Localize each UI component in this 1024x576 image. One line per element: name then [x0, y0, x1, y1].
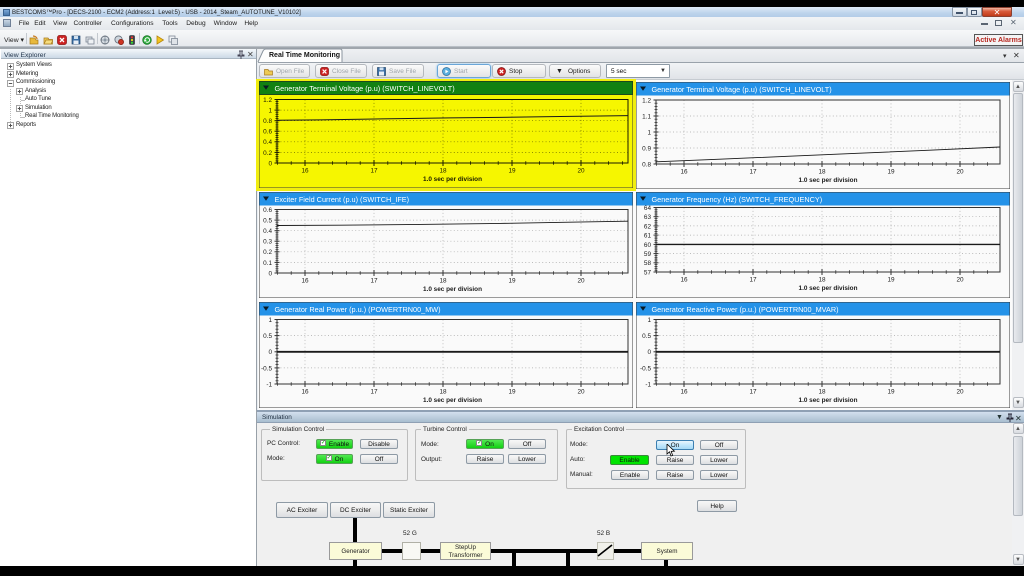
svg-text:16: 16	[680, 277, 688, 284]
svg-text:18: 18	[439, 168, 447, 175]
svg-text:18: 18	[818, 389, 826, 396]
svg-text:Generator Terminal Voltage (p.: Generator Terminal Voltage (p.u) (SWITCH…	[652, 85, 832, 94]
svg-text:61: 61	[644, 233, 652, 240]
svg-text:1.0 sec per division: 1.0 sec per division	[799, 177, 858, 184]
svg-text:17: 17	[370, 278, 378, 285]
svg-text:1.0 sec per division: 1.0 sec per division	[423, 397, 482, 404]
svg-text:19: 19	[887, 389, 895, 396]
svg-text:17: 17	[370, 389, 378, 396]
svg-text:19: 19	[887, 169, 895, 176]
svg-text:16: 16	[301, 389, 309, 396]
svg-text:0.3: 0.3	[263, 239, 272, 246]
svg-text:0.6: 0.6	[263, 129, 272, 136]
svg-text:16: 16	[680, 389, 688, 396]
svg-text:-1: -1	[266, 381, 272, 388]
svg-text:20: 20	[577, 278, 585, 285]
svg-text:0.8: 0.8	[263, 118, 272, 125]
svg-text:19: 19	[508, 278, 516, 285]
svg-text:20: 20	[956, 389, 964, 396]
svg-text:0.2: 0.2	[263, 249, 272, 256]
svg-text:0.2: 0.2	[263, 150, 272, 157]
svg-text:1.0 sec per division: 1.0 sec per division	[423, 286, 482, 293]
svg-text:0: 0	[268, 349, 272, 356]
svg-text:16: 16	[301, 278, 309, 285]
svg-text:1.0 sec per division: 1.0 sec per division	[423, 176, 482, 183]
svg-text:20: 20	[956, 169, 964, 176]
svg-text:Generator Real Power (p.u.) (P: Generator Real Power (p.u.) (POWERTRN00_…	[275, 305, 441, 314]
svg-text:20: 20	[956, 277, 964, 284]
svg-text:0: 0	[268, 270, 272, 277]
svg-text:Generator Terminal Voltage (p.: Generator Terminal Voltage (p.u) (SWITCH…	[275, 84, 455, 93]
svg-text:Generator Frequency (Hz) (SWIT: Generator Frequency (Hz) (SWITCH_FREQUEN…	[652, 195, 823, 204]
svg-text:16: 16	[301, 168, 309, 175]
svg-text:59: 59	[644, 251, 652, 258]
svg-text:19: 19	[887, 277, 895, 284]
svg-text:0.5: 0.5	[642, 333, 651, 340]
svg-text:0.5: 0.5	[263, 218, 272, 225]
svg-text:16: 16	[680, 169, 688, 176]
svg-text:0.8: 0.8	[642, 161, 651, 168]
svg-text:17: 17	[370, 168, 378, 175]
svg-text:0.5: 0.5	[263, 333, 272, 340]
svg-text:-0.5: -0.5	[640, 365, 651, 372]
svg-text:20: 20	[577, 389, 585, 396]
svg-text:18: 18	[439, 278, 447, 285]
svg-text:18: 18	[818, 277, 826, 284]
svg-text:18: 18	[439, 389, 447, 396]
svg-text:20: 20	[577, 168, 585, 175]
svg-text:17: 17	[749, 389, 757, 396]
svg-text:57: 57	[644, 269, 652, 276]
svg-text:1: 1	[268, 317, 272, 324]
svg-text:58: 58	[644, 260, 652, 267]
svg-text:-1: -1	[645, 381, 651, 388]
svg-text:0.4: 0.4	[263, 228, 272, 235]
svg-text:63: 63	[644, 214, 652, 221]
svg-text:Generator Reactive Power (p.u.: Generator Reactive Power (p.u.) (POWERTR…	[652, 305, 839, 314]
svg-text:1.2: 1.2	[642, 97, 651, 104]
svg-text:18: 18	[818, 169, 826, 176]
svg-text:64: 64	[644, 205, 652, 212]
svg-text:1: 1	[268, 108, 272, 115]
svg-text:0: 0	[268, 160, 272, 167]
svg-text:1: 1	[647, 317, 651, 324]
svg-text:1: 1	[647, 129, 651, 136]
svg-text:0.6: 0.6	[263, 207, 272, 214]
svg-text:1.2: 1.2	[263, 97, 272, 104]
svg-text:19: 19	[508, 168, 516, 175]
svg-text:0.9: 0.9	[642, 145, 651, 152]
svg-text:0: 0	[647, 349, 651, 356]
svg-text:Exciter Field Current (p.u) (S: Exciter Field Current (p.u) (SWITCH_IFE)	[275, 195, 410, 204]
svg-text:62: 62	[644, 223, 652, 230]
svg-text:1.0 sec per division: 1.0 sec per division	[799, 285, 858, 292]
svg-text:60: 60	[644, 242, 652, 249]
svg-text:1.0 sec per division: 1.0 sec per division	[799, 397, 858, 404]
svg-text:19: 19	[508, 389, 516, 396]
svg-text:0.4: 0.4	[263, 139, 272, 146]
svg-text:17: 17	[749, 169, 757, 176]
svg-text:17: 17	[749, 277, 757, 284]
svg-text:0.1: 0.1	[263, 260, 272, 267]
svg-text:1.1: 1.1	[642, 113, 651, 120]
svg-text:-0.5: -0.5	[261, 365, 272, 372]
